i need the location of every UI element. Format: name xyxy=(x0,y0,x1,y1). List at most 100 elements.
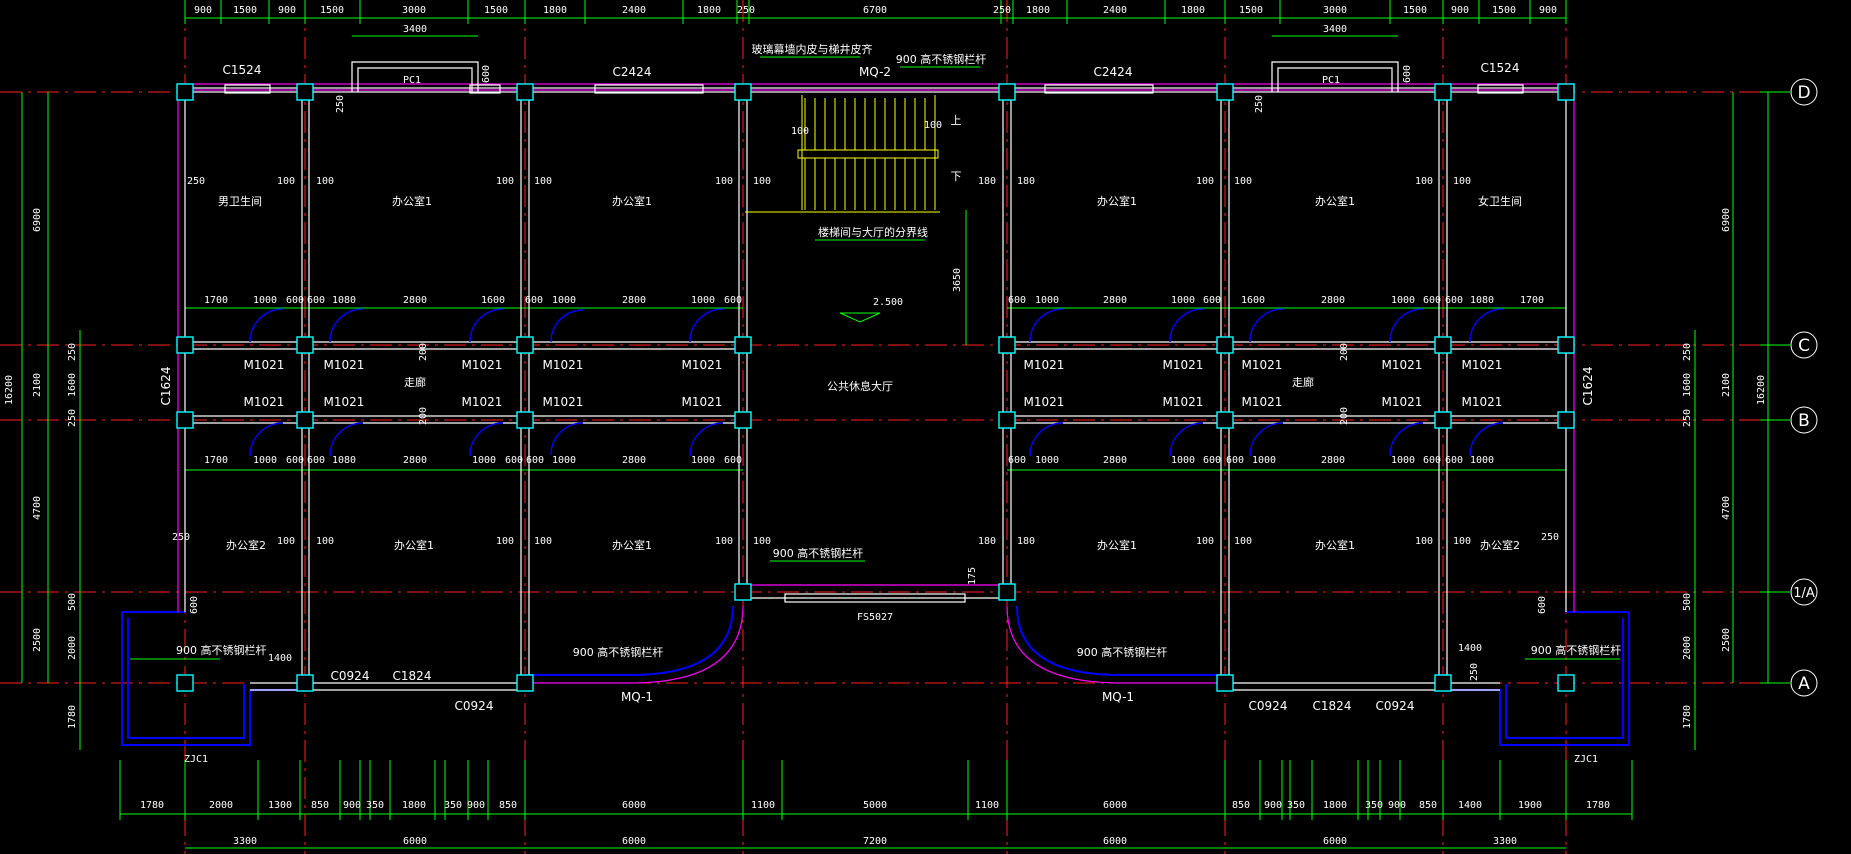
top-dim: 3000 xyxy=(1323,5,1347,16)
top-dim: 1500 xyxy=(233,5,257,16)
dim: 600 xyxy=(189,596,200,614)
dim: 600 xyxy=(1402,65,1413,83)
top-dim-pc1-left: 3400 xyxy=(403,24,427,35)
dim: 200 xyxy=(418,343,429,361)
door-label: M1021 xyxy=(682,358,723,372)
room-hall: 公共休息大厅 xyxy=(827,379,893,393)
floor-plan-canvas[interactable]: D C B 1/A A 900 1500 900 1500 3000 1500 … xyxy=(0,0,1851,854)
note-railing: 900 高不锈钢栏杆 xyxy=(896,52,987,66)
bottom-dim: 900 xyxy=(1264,800,1282,811)
dim: 1700 xyxy=(204,295,228,306)
dim: 600 xyxy=(526,455,544,466)
column xyxy=(1557,336,1575,354)
dim: 100 xyxy=(534,176,552,187)
top-dim: 900 xyxy=(194,5,212,16)
room-office1: 办公室1 xyxy=(1097,194,1137,208)
door-label: M1021 xyxy=(462,358,503,372)
left-dim: 2100 xyxy=(32,373,43,397)
left-dimensions: 6900 16200 2100 4700 2500 250 1600 250 5… xyxy=(4,208,78,729)
door-label: M1021 xyxy=(324,358,365,372)
column xyxy=(176,336,194,354)
top-dimensions: 900 1500 900 1500 3000 1500 1800 2400 18… xyxy=(194,5,1557,35)
dim: 100 xyxy=(277,176,295,187)
bottom-axis-dim: 3300 xyxy=(1493,836,1517,847)
window-label: C2424 xyxy=(1094,65,1133,79)
door-swing xyxy=(249,308,284,343)
column xyxy=(516,411,534,429)
dim: 100 xyxy=(791,126,809,137)
top-dim: 3000 xyxy=(402,5,426,16)
bottom-axis-dim: 3300 xyxy=(233,836,257,847)
dim: 180 xyxy=(978,536,996,547)
bottom-dim: 350 xyxy=(366,800,384,811)
left-dim: 6900 xyxy=(32,208,43,232)
door-label: M1021 xyxy=(1163,395,1204,409)
column xyxy=(734,336,752,354)
right-dim: 2000 xyxy=(1682,636,1693,660)
dim: 250 xyxy=(187,176,205,187)
room-corridor-right: 走廊 xyxy=(1292,375,1314,389)
bottom-dim: 900 xyxy=(467,800,485,811)
left-dim: 250 xyxy=(67,409,78,427)
dim: 1000 xyxy=(552,455,576,466)
bottom-dim: 850 xyxy=(1419,800,1437,811)
right-dim: 1780 xyxy=(1682,705,1693,729)
column xyxy=(296,674,314,692)
column xyxy=(1557,83,1575,101)
bottom-dim: 1100 xyxy=(975,800,999,811)
dim: 600 xyxy=(1203,295,1221,306)
door-swing xyxy=(550,309,584,343)
top-dim: 1500 xyxy=(1239,5,1263,16)
top-dim: 1800 xyxy=(1026,5,1050,16)
window-label: C2424 xyxy=(613,65,652,79)
bottom-dim: 1300 xyxy=(268,800,292,811)
column xyxy=(296,411,314,429)
window-label: C0924 xyxy=(1376,699,1415,713)
window-label: C0924 xyxy=(455,699,494,713)
door-swing xyxy=(1389,308,1424,343)
door-label: M1021 xyxy=(1163,358,1204,372)
window-label: C1624 xyxy=(159,367,173,406)
door-swing xyxy=(1029,422,1064,457)
bottom-dim: 900 xyxy=(1388,800,1406,811)
interior-dimensions: 1700 1000 600 600 1080 2800 1600 600 100… xyxy=(172,65,1559,681)
dim: 100 xyxy=(1234,176,1252,187)
right-dim: 16200 xyxy=(1756,375,1767,405)
dim: 1000 xyxy=(691,295,715,306)
dim: 2800 xyxy=(1321,455,1345,466)
axis-label-c: C xyxy=(1798,336,1810,356)
column xyxy=(1434,674,1452,692)
dim: 1000 xyxy=(253,295,277,306)
door-label: M1021 xyxy=(543,395,584,409)
door-swing xyxy=(1469,422,1504,457)
right-dim: 6900 xyxy=(1721,208,1732,232)
bottom-dim: 900 xyxy=(343,800,361,811)
dim: 100 xyxy=(753,176,771,187)
right-dim: 250 xyxy=(1682,409,1693,427)
top-dim-pc1-right: 3400 xyxy=(1323,24,1347,35)
right-dim: 4700 xyxy=(1721,496,1732,520)
axis-label-a: A xyxy=(1798,674,1810,694)
bottom-dim: 1800 xyxy=(1323,800,1347,811)
axis-lines xyxy=(0,0,1760,854)
note-glass-wall: 玻璃幕墙内皮与梯井皮齐 xyxy=(752,42,873,56)
dim: 180 xyxy=(1017,536,1035,547)
column xyxy=(1216,674,1234,692)
bottom-dim: 6000 xyxy=(622,800,646,811)
dim: 100 xyxy=(1453,536,1471,547)
dim: 100 xyxy=(1196,536,1214,547)
room-office1: 办公室1 xyxy=(392,194,432,208)
door-label: MQ-1 xyxy=(1102,690,1134,704)
note-railing: 900 高不锈钢栏杆 xyxy=(773,546,864,560)
stair-up: 上 xyxy=(951,114,962,127)
door-label: M1021 xyxy=(1242,358,1283,372)
top-dim: 250 xyxy=(737,5,755,16)
dim: 100 xyxy=(496,176,514,187)
window-label: PC1 xyxy=(403,75,421,86)
left-dim: 1780 xyxy=(67,705,78,729)
door-label: M1021 xyxy=(324,395,365,409)
dim: 1700 xyxy=(1520,295,1544,306)
dim: 3650 xyxy=(952,268,963,292)
column xyxy=(1216,411,1234,429)
dim: 250 xyxy=(1541,532,1559,543)
